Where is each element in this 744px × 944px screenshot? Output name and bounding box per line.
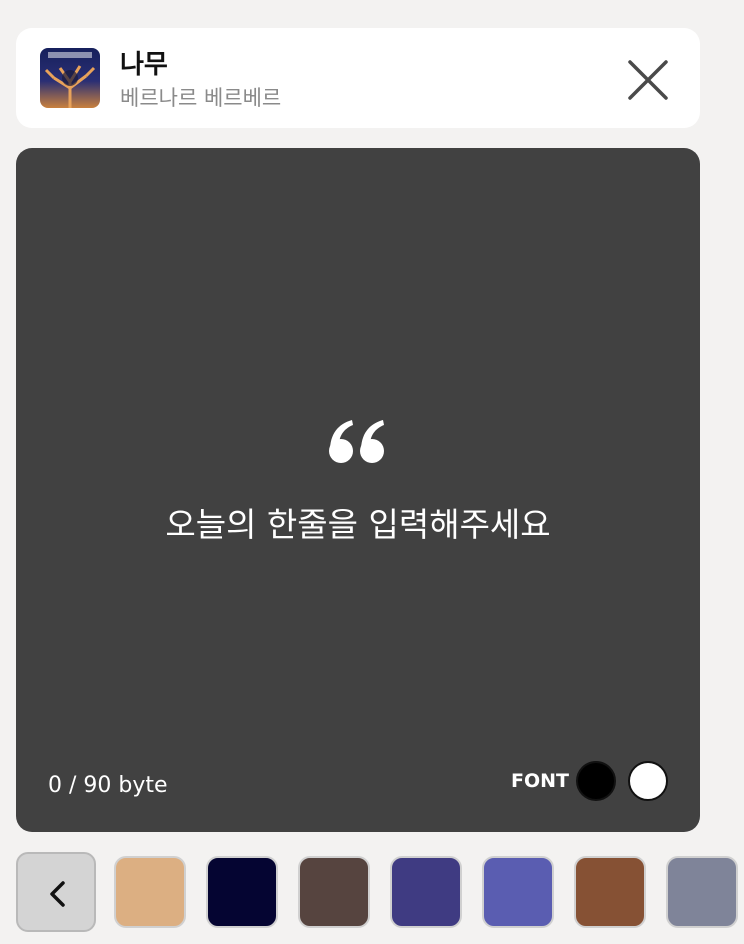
color-swatch[interactable] (574, 856, 646, 928)
color-swatch[interactable] (298, 856, 370, 928)
opening-quote-icon (329, 420, 384, 463)
color-swatch[interactable] (482, 856, 554, 928)
byte-counter: 0 / 90 byte (48, 773, 168, 798)
close-button[interactable] (622, 54, 674, 106)
book-title: 나무 (120, 50, 168, 80)
font-color-black[interactable] (576, 761, 616, 801)
font-label: FONT (511, 770, 569, 792)
book-cover-image (40, 48, 100, 108)
book-author: 베르나르 베르베르 (120, 86, 282, 110)
color-swatch[interactable] (114, 856, 186, 928)
font-color-white[interactable] (628, 761, 668, 801)
book-header: 나무 베르나르 베르베르 (16, 28, 700, 128)
color-swatch[interactable] (390, 856, 462, 928)
quote-card: 오늘의 한줄을 입력해주세요 0 / 90 byte FONT (16, 148, 700, 832)
quote-input[interactable]: 오늘의 한줄을 입력해주세요 (16, 503, 700, 547)
palette-back-button[interactable] (16, 852, 96, 932)
chevron-left-icon (50, 881, 65, 907)
color-swatch[interactable] (666, 856, 738, 928)
color-swatch[interactable] (206, 856, 278, 928)
close-icon (628, 60, 668, 100)
